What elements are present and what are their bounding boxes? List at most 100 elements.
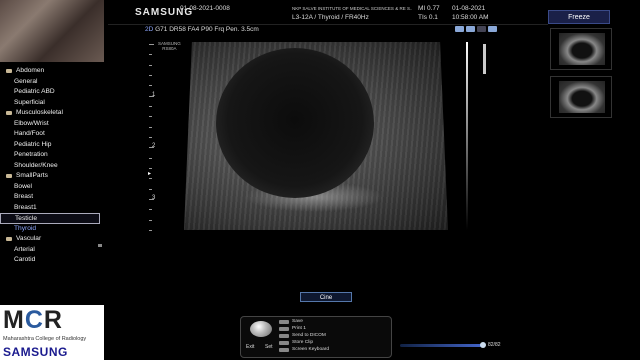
shortcut-item[interactable]: Store Clip: [279, 339, 329, 346]
preset-label: Musculoskeletal: [16, 109, 63, 116]
depth-tick: [149, 157, 152, 159]
thumbnail-1[interactable]: [550, 28, 612, 70]
preset-item[interactable]: Elbow/Wrist: [0, 119, 104, 130]
focus-marker-icon[interactable]: ▸: [148, 170, 151, 177]
set-label[interactable]: Set: [265, 344, 273, 350]
depth-tick: [149, 116, 152, 118]
shortcut-label: Print 1: [292, 326, 306, 331]
preset-label: Elbow/Wrist: [14, 119, 49, 127]
mcr-logo-subtitle: Maharashtra College of Radiology: [3, 336, 87, 342]
preset-label: Testicle: [15, 215, 37, 222]
mi-value: MI 0.77: [418, 5, 440, 12]
preset-item[interactable]: General: [0, 77, 104, 88]
folder-icon: [6, 111, 12, 116]
preset-item[interactable]: Penetration: [0, 150, 104, 161]
probe-icon[interactable]: [466, 26, 475, 32]
freeze-button[interactable]: Freeze: [548, 10, 610, 24]
preset-group[interactable]: SmallParts: [0, 171, 104, 182]
depth-tick: [149, 219, 152, 221]
thumbnail-image: [559, 81, 605, 113]
preset-group[interactable]: Vascular: [0, 234, 104, 245]
depth-tick: [149, 168, 152, 169]
shortcut-label: Screen Keyboard: [292, 347, 330, 352]
shortcut-item[interactable]: Screen Keyboard: [279, 346, 329, 353]
cine-button[interactable]: Cine: [300, 292, 352, 302]
probe-preset: L3-12A / Thyroid / FR40Hz: [292, 14, 369, 21]
preset-item[interactable]: Superficial: [0, 98, 104, 109]
preset-item[interactable]: Testicle: [0, 213, 100, 224]
preset-item[interactable]: Carotid: [0, 255, 104, 266]
shortcut-item[interactable]: Save: [279, 318, 329, 325]
preset-item[interactable]: Pediatric Hip: [0, 140, 104, 151]
shortcut-label: Store Clip: [292, 340, 314, 345]
preset-label: SmallParts: [16, 172, 48, 179]
preset-item[interactable]: Breast1: [0, 203, 104, 214]
preset-label: Pediatric Hip: [14, 140, 52, 148]
thumbnail-image: [559, 33, 605, 65]
preset-item[interactable]: Bowel: [0, 182, 104, 193]
ultrasound-image[interactable]: [184, 42, 448, 230]
preset-item[interactable]: Arterial: [0, 245, 104, 256]
depth-label: 2: [152, 143, 156, 150]
depth-label: 1: [152, 91, 156, 98]
preset-label: Superficial: [14, 98, 45, 106]
key-icon: [279, 347, 289, 352]
key-icon: [279, 326, 289, 331]
grayscale-bar: [466, 42, 468, 230]
preset-label: Pediatric ABD: [14, 88, 55, 95]
preset-label: Abdomen: [16, 67, 45, 74]
depth-tick: [149, 137, 152, 138]
shortcut-item[interactable]: Print 1: [279, 325, 329, 332]
thumbnail-2[interactable]: [550, 76, 612, 118]
preset-group[interactable]: Abdomen: [0, 66, 104, 77]
depth-tick: [149, 85, 152, 87]
preset-label: Breast: [14, 193, 34, 200]
exam-time: 10:58:00 AM: [452, 14, 489, 21]
key-icon: [279, 340, 289, 345]
depth-tick: [149, 230, 152, 231]
depth-tick: [149, 75, 152, 76]
depth-tick: [149, 54, 152, 56]
preset-label: Shoulder/Knee: [14, 161, 58, 169]
folder-icon: [6, 174, 12, 179]
exit-label[interactable]: Exit: [246, 344, 254, 350]
preset-item[interactable]: Pediatric ABD: [0, 87, 104, 98]
image-params: 2D G71 DR58 FA4 P90 Frq Pen. 3.5cm: [145, 26, 259, 33]
depth-tick: [149, 209, 152, 211]
battery-icon: [477, 26, 486, 32]
depth-tick: [149, 178, 152, 180]
cine-slider[interactable]: [400, 344, 484, 347]
preset-label: General: [14, 77, 38, 85]
preset-label: Thyroid: [14, 224, 36, 232]
preset-tree: Abdomen General Pediatric ABD Superficial Mu…: [0, 66, 104, 266]
preset-group[interactable]: Musculoskeletal: [0, 108, 104, 119]
mode-label: 2D: [145, 26, 154, 33]
network-icon: [488, 26, 497, 32]
webcam-overlay: [0, 0, 104, 62]
focus-bar: [483, 44, 486, 74]
preset-label: Bowel: [14, 182, 32, 190]
preset-label: Carotid: [14, 256, 36, 263]
preset-label: Vascular: [16, 235, 42, 242]
preset-label: Arterial: [14, 245, 35, 253]
samsung-logo: SAMSUNG: [3, 345, 68, 359]
depth-tick: [149, 106, 152, 107]
preset-label: Hand/Foot: [14, 130, 45, 137]
shortcut-label: Send to DICOM: [292, 333, 326, 338]
tree-scroll-indicator[interactable]: [98, 244, 102, 247]
preset-item[interactable]: Shoulder/Knee: [0, 161, 104, 172]
key-icon: [279, 319, 289, 324]
shortcut-item[interactable]: Send to DICOM: [279, 332, 329, 339]
cine-slider-handle[interactable]: [480, 342, 486, 348]
preset-item[interactable]: Hand/Foot: [0, 129, 104, 140]
preset-label: Breast1: [14, 203, 37, 211]
exam-date: 01-08-2021: [452, 5, 486, 12]
cystic-lesion: [216, 48, 374, 198]
tis-value: TIs 0.1: [418, 14, 438, 21]
preset-item[interactable]: Breast: [0, 192, 104, 203]
camera-icon[interactable]: [455, 26, 464, 32]
header-divider: [108, 24, 548, 25]
shortcut-label: Save: [292, 319, 303, 324]
trackball-icon[interactable]: [250, 321, 272, 337]
preset-item[interactable]: Thyroid: [0, 224, 104, 235]
